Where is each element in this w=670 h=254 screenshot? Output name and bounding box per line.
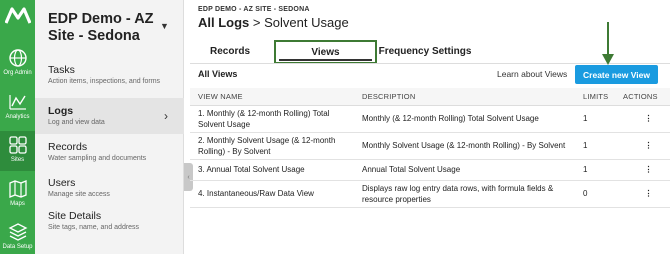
grid-icon — [8, 136, 27, 154]
rail-item-data-setup[interactable]: Data Setup — [0, 218, 35, 254]
column-header-actions: ACTIONS — [619, 88, 670, 106]
table-header-row: VIEW NAME DESCRIPTION LIMITS ACTIONS — [190, 88, 670, 106]
tab-divider — [190, 63, 670, 64]
page-title: All Logs > Solvent Usage — [198, 15, 349, 30]
site-name[interactable]: EDP Demo - AZ Site - Sedona — [48, 11, 168, 45]
row-actions-kebab-icon[interactable]: ⋮ — [619, 159, 670, 181]
rail-label: Data Setup — [2, 244, 33, 250]
globe-icon — [8, 49, 27, 67]
nav-item-title: Records — [48, 141, 88, 153]
nav-item-logs[interactable]: Logs Log and view data › — [35, 98, 184, 134]
description-cell: Monthly (& 12-month Rolling) Total Solve… — [354, 105, 575, 133]
rail-item-maps[interactable]: Maps — [0, 175, 35, 215]
site-dropdown-caret-icon[interactable]: ▼ — [160, 21, 169, 31]
page-title-sub: Solvent Usage — [264, 15, 349, 30]
page-title-separator: > — [252, 15, 261, 30]
tab-records[interactable]: Records — [200, 40, 260, 62]
breadcrumb[interactable]: EDP DEMO - AZ SITE - SEDONA — [198, 6, 310, 13]
rail-item-sites[interactable]: Sites — [0, 131, 35, 171]
chevron-right-icon: › — [164, 109, 168, 123]
icon-rail: Org Admin Analytics Sites Maps Data Setu… — [0, 0, 35, 254]
nav-item-records[interactable]: Records Water sampling and documents — [35, 139, 184, 169]
view-name-cell[interactable]: 2. Monthly Solvent Usage (& 12-month Rol… — [190, 132, 354, 160]
table-row[interactable]: 4. Instantaneous/Raw Data View Displays … — [190, 180, 670, 208]
nav-item-users[interactable]: Users Manage site access — [35, 175, 184, 205]
rail-label: Sites — [10, 157, 25, 163]
tab-views[interactable]: Views — [274, 40, 377, 64]
nav-item-title: Users — [48, 177, 76, 189]
table-row[interactable]: 1. Monthly (& 12-month Rolling) Total So… — [190, 105, 670, 133]
create-new-view-button[interactable]: Create new View — [575, 65, 658, 84]
row-actions-kebab-icon[interactable]: ⋮ — [619, 180, 670, 208]
limits-cell: 1 — [575, 105, 619, 133]
limits-cell: 1 — [575, 132, 619, 160]
row-actions-kebab-icon[interactable]: ⋮ — [619, 105, 670, 133]
nav-item-subtitle: Site tags, name, and address — [48, 224, 140, 231]
layers-icon — [8, 223, 27, 241]
row-actions-kebab-icon[interactable]: ⋮ — [619, 132, 670, 160]
column-header-view-name[interactable]: VIEW NAME — [190, 88, 354, 106]
tab-frequency-settings[interactable]: Frequency Settings — [378, 40, 472, 62]
view-name-cell[interactable]: 3. Annual Total Solvent Usage — [190, 159, 354, 181]
table-row[interactable]: 3. Annual Total Solvent Usage Annual Tot… — [190, 159, 670, 181]
learn-about-views-link[interactable]: Learn about Views — [497, 69, 567, 79]
column-header-description[interactable]: DESCRIPTION — [354, 88, 575, 106]
nav-item-subtitle: Water sampling and documents — [48, 155, 147, 162]
rail-label: Org Admin — [3, 70, 32, 76]
page-title-main[interactable]: All Logs — [198, 15, 249, 30]
views-table: VIEW NAME DESCRIPTION LIMITS ACTIONS 1. … — [190, 88, 670, 208]
rail-item-org-admin[interactable]: Org Admin — [0, 44, 35, 84]
description-cell: Monthly Solvent Usage (& 12-month Rollin… — [354, 132, 575, 160]
nav-item-title: Site Details — [48, 210, 102, 222]
column-header-limits[interactable]: LIMITS — [575, 88, 619, 106]
site-panel: EDP Demo - AZ Site - Sedona ▼ Tasks Acti… — [35, 0, 184, 254]
nav-item-subtitle: Action items, inspections, and forms — [48, 78, 161, 85]
description-cell: Displays raw log entry data rows, with f… — [354, 180, 575, 208]
view-name-cell[interactable]: 1. Monthly (& 12-month Rolling) Total So… — [190, 105, 354, 133]
limits-cell: 0 — [575, 180, 619, 208]
rail-label: Maps — [10, 201, 25, 207]
app-logo-icon[interactable] — [5, 6, 31, 24]
nav-item-tasks[interactable]: Tasks Action items, inspections, and for… — [35, 62, 184, 94]
rail-item-analytics[interactable]: Analytics — [0, 88, 35, 128]
nav-item-site-details[interactable]: Site Details Site tags, name, and addres… — [35, 208, 184, 238]
table-row[interactable]: 2. Monthly Solvent Usage (& 12-month Rol… — [190, 132, 670, 160]
nav-item-subtitle: Manage site access — [48, 191, 110, 198]
description-cell: Annual Total Solvent Usage — [354, 159, 575, 181]
rail-label: Analytics — [5, 114, 30, 120]
limits-cell: 1 — [575, 159, 619, 181]
nav-item-title: Tasks — [48, 64, 75, 76]
annotation-arrow-icon — [602, 22, 614, 65]
view-name-cell[interactable]: 4. Instantaneous/Raw Data View — [190, 180, 354, 208]
map-icon — [8, 180, 27, 198]
line-chart-icon — [8, 95, 26, 110]
section-title: All Views — [198, 69, 238, 79]
